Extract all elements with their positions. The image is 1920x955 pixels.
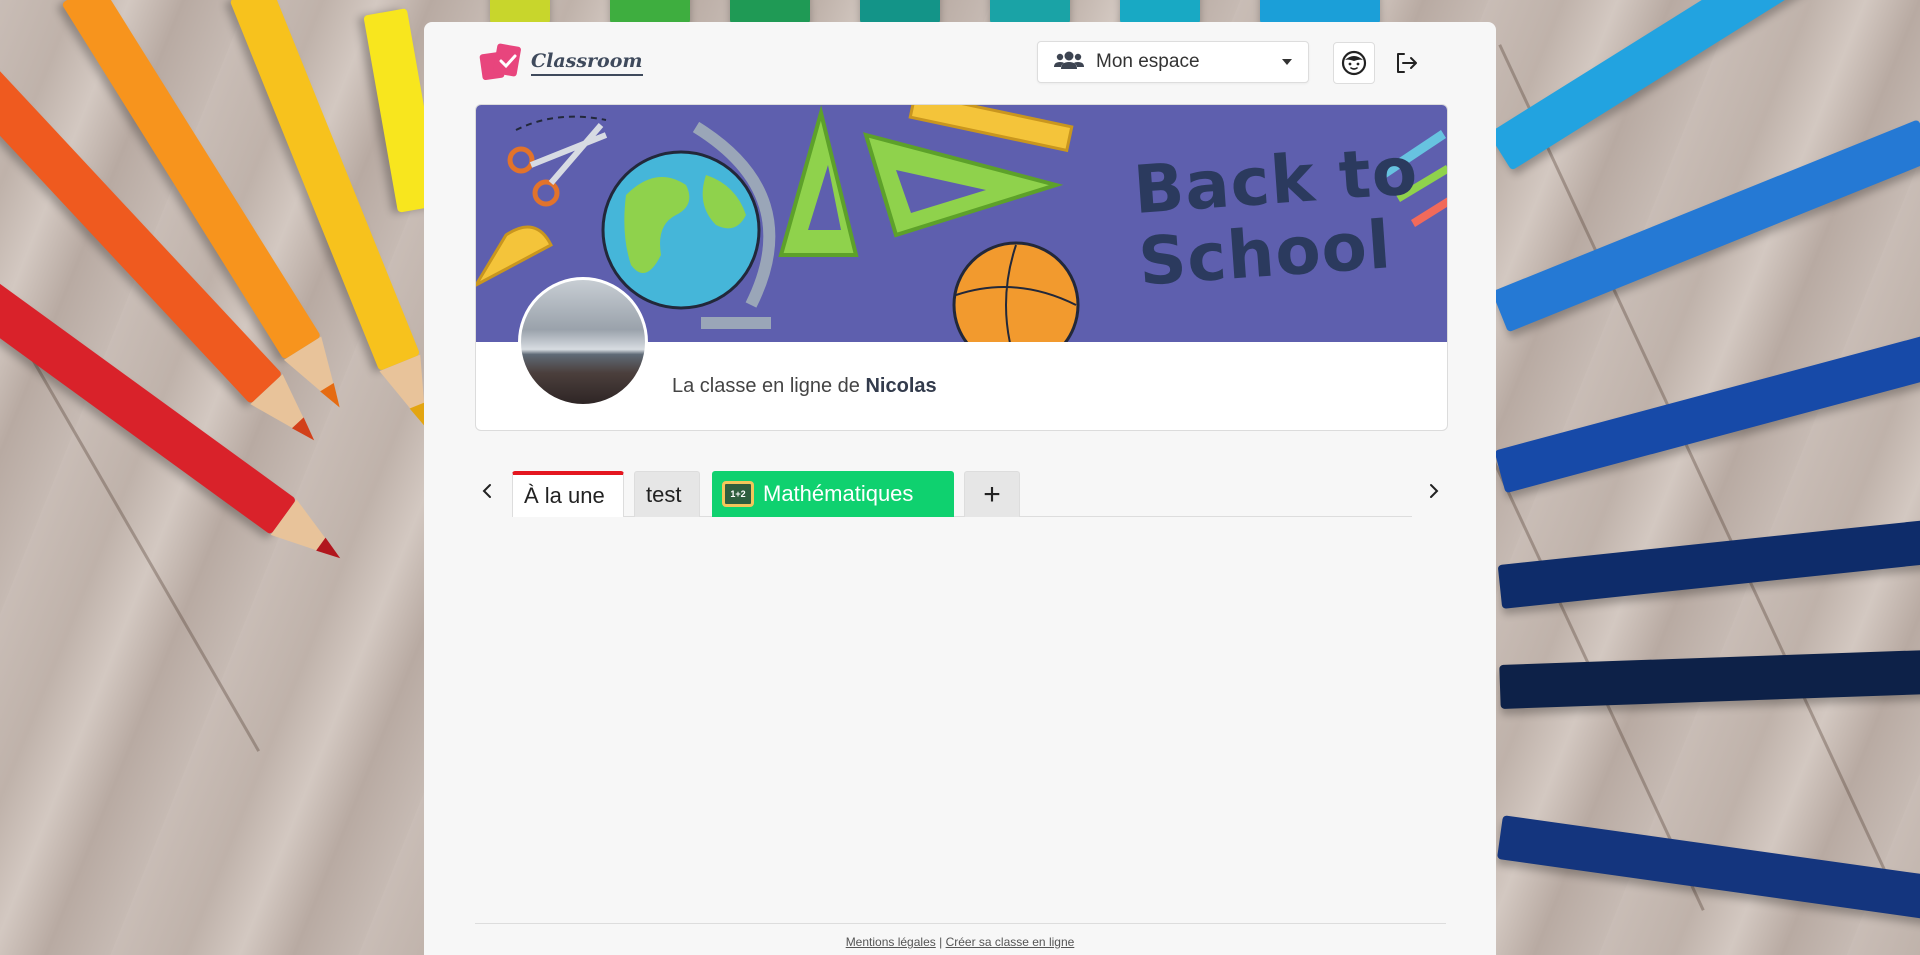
- banner-headline: Back to School: [1131, 132, 1425, 300]
- child-face-icon: [1341, 50, 1367, 76]
- logout-button[interactable]: [1386, 42, 1428, 84]
- class-title: La classe en ligne de Nicolas: [672, 375, 937, 398]
- class-title-prefix: La classe en ligne de: [672, 375, 860, 397]
- plus-icon: +: [983, 477, 1001, 511]
- chevron-left-icon: [482, 484, 491, 498]
- classroom-logo[interactable]: Classroom: [479, 40, 643, 86]
- main-panel: Classroom Mon espace Back to School La c…: [424, 22, 1496, 955]
- class-owner-name: Nicolas: [865, 375, 937, 397]
- footer: Mentions légales | Créer sa classe en li…: [424, 935, 1496, 949]
- footer-divider: [475, 923, 1446, 924]
- footer-separator: |: [939, 935, 943, 949]
- tab-test[interactable]: test: [634, 471, 700, 517]
- chalkboard-icon: 1+2: [722, 481, 754, 507]
- add-tab-button[interactable]: +: [964, 471, 1020, 517]
- space-select[interactable]: Mon espace: [1037, 41, 1309, 83]
- tabs-scroll-right-button[interactable]: [1422, 473, 1446, 509]
- legal-notice-link[interactable]: Mentions légales: [846, 935, 936, 949]
- tabs-bar: À la une test 1+2 Mathématiques +: [475, 465, 1446, 521]
- tab-label: À la une: [524, 483, 605, 508]
- class-header-card: Back to School La classe en ligne de Nic…: [475, 104, 1448, 431]
- logo-text: Classroom: [531, 50, 643, 76]
- class-profile-photo[interactable]: [518, 277, 648, 407]
- tab-a-la-une[interactable]: À la une: [512, 471, 624, 517]
- tab-mathematiques[interactable]: 1+2 Mathématiques: [712, 471, 954, 517]
- tabs-scroll-left-button[interactable]: [475, 473, 499, 509]
- basketball-icon: [952, 241, 1080, 342]
- profile-button[interactable]: [1333, 42, 1375, 84]
- logout-icon: [1397, 53, 1417, 73]
- users-icon: [1054, 50, 1084, 75]
- chevron-down-icon: [1282, 59, 1292, 65]
- tab-label: Mathématiques: [763, 481, 914, 506]
- create-class-link[interactable]: Créer sa classe en ligne: [946, 935, 1075, 949]
- tab-label: test: [646, 481, 682, 507]
- scissors-icon: [507, 115, 608, 207]
- chevron-right-icon: [1430, 484, 1439, 498]
- logo-icon: [479, 41, 525, 85]
- space-select-label: Mon espace: [1096, 51, 1200, 72]
